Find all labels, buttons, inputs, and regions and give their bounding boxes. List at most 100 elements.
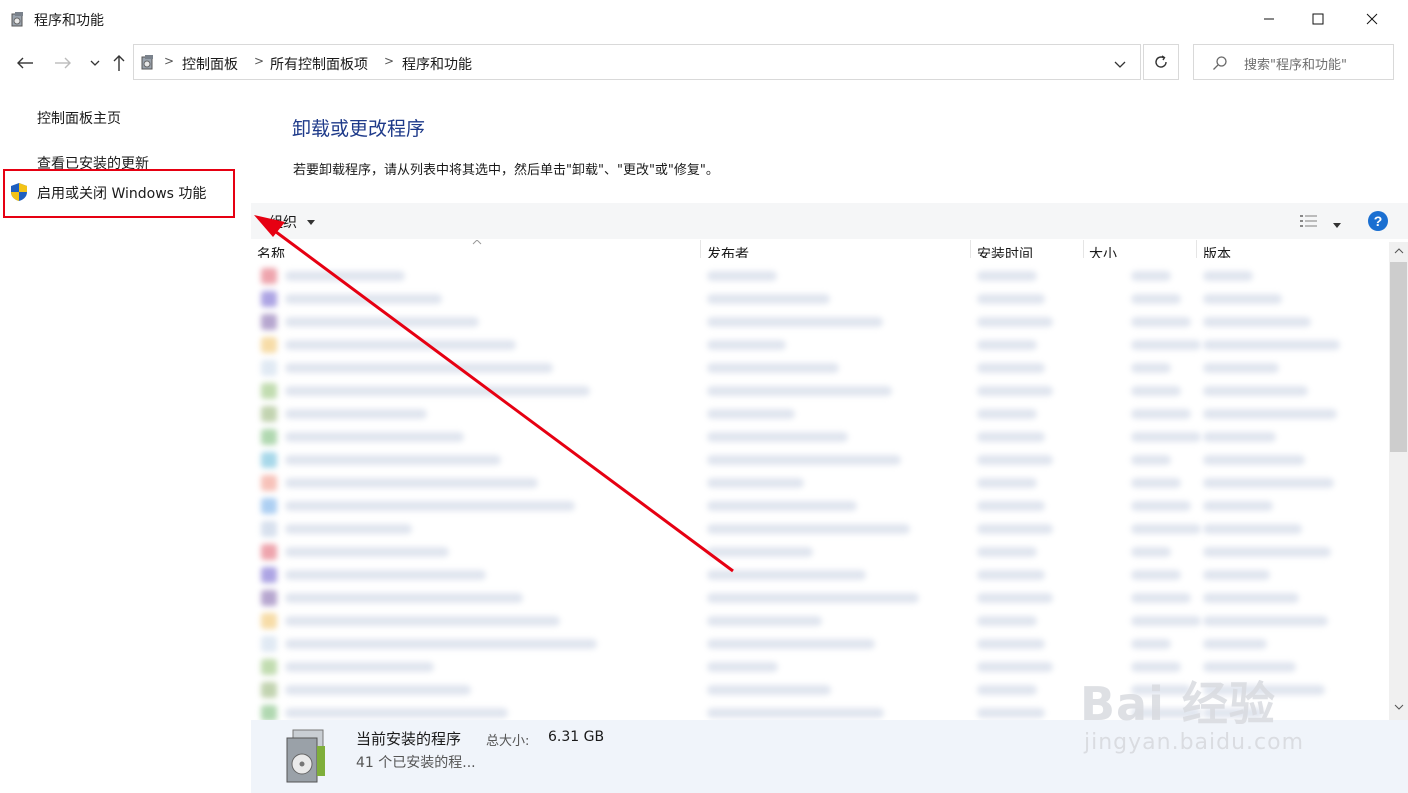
close-button[interactable] <box>1349 0 1395 38</box>
address-bar[interactable]: > 控制面板 > 所有控制面板项 > 程序和功能 <box>133 44 1141 80</box>
scroll-up-icon[interactable] <box>1394 248 1404 254</box>
blurred-text <box>707 639 875 649</box>
column-install-date[interactable]: 安装时间 <box>977 244 1033 258</box>
column-divider <box>1196 240 1197 258</box>
caret-down-icon <box>1333 223 1341 228</box>
blurred-text <box>977 386 1053 396</box>
blurred-text <box>285 432 464 442</box>
highlight-box <box>3 169 235 218</box>
arrow-up-icon <box>113 55 125 71</box>
program-row[interactable] <box>251 287 1387 310</box>
status-title: 当前安装的程序 <box>356 730 462 748</box>
breadcrumb-all-items[interactable]: 所有控制面板项 <box>270 54 368 74</box>
maximize-icon <box>1312 13 1324 25</box>
forward-button[interactable] <box>52 50 74 76</box>
program-row[interactable] <box>251 471 1387 494</box>
blurred-text <box>1203 386 1308 396</box>
program-row[interactable] <box>251 425 1387 448</box>
blurred-text <box>1131 409 1191 419</box>
blurred-text <box>1203 570 1270 580</box>
blurred-text <box>1203 432 1276 442</box>
blurred-text <box>1203 639 1267 649</box>
blurred-text <box>1131 524 1201 534</box>
svg-text:?: ? <box>1374 213 1383 229</box>
blurred-text <box>1203 593 1299 603</box>
program-row[interactable] <box>251 310 1387 333</box>
help-button[interactable]: ? <box>1367 210 1389 236</box>
blurred-text <box>285 294 442 304</box>
blurred-text <box>1131 386 1181 396</box>
vertical-scrollbar[interactable] <box>1389 242 1408 720</box>
program-row[interactable] <box>251 264 1387 287</box>
page-title: 卸载或更改程序 <box>292 118 426 140</box>
program-row[interactable] <box>251 402 1387 425</box>
blurred-text <box>977 662 1053 672</box>
blurred-text <box>285 363 553 373</box>
blurred-text <box>707 524 910 534</box>
blurred-text <box>977 639 1045 649</box>
blurred-text <box>977 340 1037 350</box>
arrow-left-icon <box>17 57 33 69</box>
chevron-down-icon <box>1114 61 1126 68</box>
program-row[interactable] <box>251 586 1387 609</box>
command-toolbar: 组织 ? <box>251 203 1408 239</box>
program-icon <box>261 360 277 376</box>
program-row[interactable] <box>251 448 1387 471</box>
program-icon <box>261 705 277 720</box>
program-row[interactable] <box>251 333 1387 356</box>
column-publisher[interactable]: 发布者 <box>707 244 749 258</box>
scroll-down-icon[interactable] <box>1394 704 1404 710</box>
up-button[interactable] <box>108 50 130 76</box>
blurred-text <box>707 340 786 350</box>
view-options-button[interactable] <box>1299 213 1319 233</box>
blurred-text <box>285 409 427 419</box>
maximize-button[interactable] <box>1295 0 1341 38</box>
blurred-text <box>707 432 848 442</box>
column-name[interactable]: 名称 <box>257 244 285 258</box>
blurred-text <box>1131 570 1181 580</box>
sidebar-item-control-panel-home[interactable]: 控制面板主页 <box>37 108 121 128</box>
view-dropdown-button[interactable] <box>1333 217 1343 233</box>
total-size-label: 总大小: <box>486 734 530 749</box>
program-icon <box>261 590 277 606</box>
organize-button[interactable]: 组织 <box>269 212 317 232</box>
breadcrumb-control-panel[interactable]: 控制面板 <box>182 54 238 74</box>
program-icon <box>261 498 277 514</box>
minimize-button[interactable] <box>1246 0 1292 38</box>
program-row[interactable] <box>251 540 1387 563</box>
sort-ascending-icon <box>472 240 482 245</box>
blurred-text <box>707 317 883 327</box>
installed-count: 41 个已安装的程... <box>356 755 476 771</box>
column-size[interactable]: 大小 <box>1089 244 1117 258</box>
breadcrumb-programs-features[interactable]: 程序和功能 <box>402 54 472 74</box>
address-dropdown-button[interactable] <box>1114 57 1126 73</box>
program-row[interactable] <box>251 563 1387 586</box>
blurred-text <box>707 409 795 419</box>
page-description: 若要卸载程序，请从列表中将其选中，然后单击"卸载"、"更改"或"修复"。 <box>293 163 719 178</box>
program-icon <box>261 452 277 468</box>
program-row[interactable] <box>251 517 1387 540</box>
back-button[interactable] <box>14 50 36 76</box>
blurred-text <box>1203 501 1273 511</box>
program-row[interactable] <box>251 379 1387 402</box>
blurred-text <box>1131 432 1201 442</box>
program-row[interactable] <box>251 356 1387 379</box>
program-icon <box>261 429 277 445</box>
control-panel-icon <box>141 55 153 70</box>
blurred-text <box>1131 271 1171 281</box>
scrollbar-thumb[interactable] <box>1390 262 1407 452</box>
blurred-text <box>1203 363 1279 373</box>
blurred-text <box>285 708 508 718</box>
blurred-text <box>1203 340 1340 350</box>
recent-locations-button[interactable] <box>84 50 106 76</box>
blurred-text <box>707 685 831 695</box>
program-row[interactable] <box>251 609 1387 632</box>
blurred-text <box>285 501 575 511</box>
program-list[interactable] <box>251 258 1387 720</box>
program-row[interactable] <box>251 494 1387 517</box>
refresh-button[interactable] <box>1143 44 1179 80</box>
program-row[interactable] <box>251 632 1387 655</box>
column-version[interactable]: 版本 <box>1203 244 1231 258</box>
program-icon <box>261 613 277 629</box>
search-box[interactable]: 搜索"程序和功能" <box>1193 44 1394 80</box>
